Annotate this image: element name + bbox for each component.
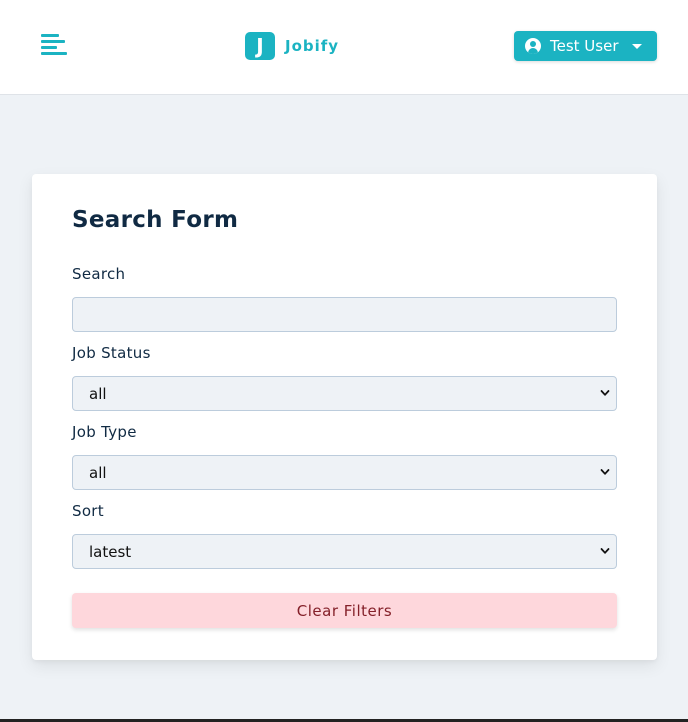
user-name: Test User bbox=[550, 37, 619, 55]
logo-text: Jobify bbox=[285, 37, 340, 55]
job-status-select[interactable]: all bbox=[72, 376, 617, 411]
job-status-value: all bbox=[89, 385, 107, 403]
user-menu-button[interactable]: Test User bbox=[514, 31, 657, 61]
form-title: Search Form bbox=[72, 207, 239, 233]
logo: J Jobify bbox=[245, 32, 339, 60]
sort-label: Sort bbox=[72, 502, 104, 520]
menu-toggle-button[interactable] bbox=[38, 30, 70, 62]
caret-down-icon bbox=[632, 44, 642, 49]
logo-mark: J bbox=[245, 32, 275, 60]
job-type-label: Job Type bbox=[72, 423, 137, 441]
chevron-down-icon bbox=[600, 548, 610, 554]
chevron-down-icon bbox=[600, 469, 610, 475]
search-input[interactable] bbox=[72, 297, 617, 332]
search-label: Search bbox=[72, 265, 126, 283]
sort-select[interactable]: latest bbox=[72, 534, 617, 569]
job-type-select[interactable]: all bbox=[72, 455, 617, 490]
clear-filters-button[interactable]: Clear Filters bbox=[72, 593, 617, 628]
job-type-value: all bbox=[89, 464, 107, 482]
search-form: Search Form Search Job Status all Job Ty… bbox=[32, 174, 657, 660]
user-circle-icon bbox=[525, 38, 541, 54]
top-navbar: J Jobify Test User bbox=[0, 0, 688, 95]
job-status-label: Job Status bbox=[72, 344, 151, 362]
chevron-down-icon bbox=[600, 390, 610, 396]
sort-value: latest bbox=[89, 543, 132, 561]
